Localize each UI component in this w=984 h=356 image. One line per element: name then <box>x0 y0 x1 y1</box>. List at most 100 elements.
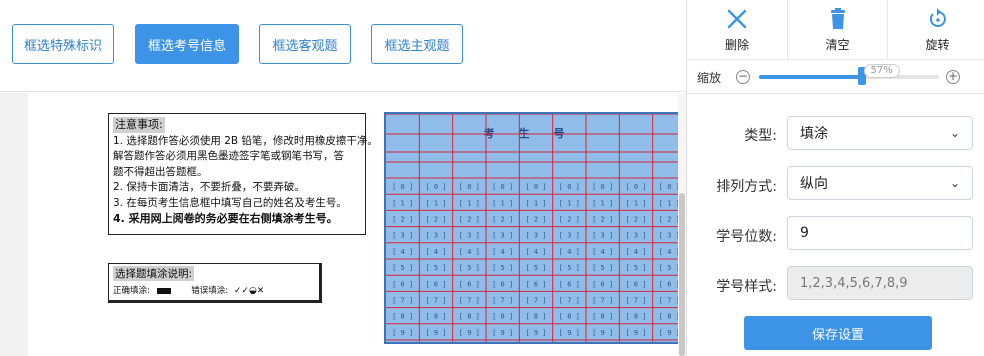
delete-button[interactable]: 删除 <box>687 0 787 60</box>
digit-bubble: [ 1 ] <box>659 199 680 207</box>
arrange-value: 纵向 <box>800 176 828 192</box>
correct-fill-label: 正确填涂: <box>113 286 150 296</box>
selection-toolbar: 框选特殊标识 框选考号信息 框选客观题 框选主观题 <box>0 0 686 92</box>
digit-bubble: [ 2 ] <box>625 216 646 224</box>
digit-bubble: [ 4 ] <box>592 248 613 256</box>
zoom-out-icon[interactable]: − <box>736 70 750 84</box>
digit-bubble: [ 7 ] <box>392 297 413 305</box>
save-settings-button[interactable]: 保存设置 <box>744 316 932 350</box>
type-select[interactable]: 填涂 ⌄ <box>787 116 973 150</box>
digit-bubble: [ 5 ] <box>659 264 680 272</box>
digit-bubble: [ 3 ] <box>392 232 413 240</box>
app-root: 框选特殊标识 框选考号信息 框选客观题 框选主观题 注意事项: 1. 选择题作答… <box>0 0 984 356</box>
digit-bubble: [ 9 ] <box>625 329 646 337</box>
select-exam-number-button[interactable]: 框选考号信息 <box>135 24 239 64</box>
digit-bubble: [ 6 ] <box>592 280 613 288</box>
digit-bubble: [ 5 ] <box>592 264 613 272</box>
digit-bubble: [ 8 ] <box>659 313 680 321</box>
digit-bubble: [ 3 ] <box>559 232 580 240</box>
digit-bubble: [ 3 ] <box>525 232 546 240</box>
digit-bubble: [ 6 ] <box>659 280 680 288</box>
digit-bubble: [ 6 ] <box>625 280 646 288</box>
digit-bubble: [ 5 ] <box>459 264 480 272</box>
rotate-button[interactable]: 旋转 <box>887 0 984 60</box>
digit-bubble: [ 9 ] <box>559 329 580 337</box>
digit-bubble: [ 9 ] <box>459 329 480 337</box>
zoom-in-icon[interactable]: + <box>946 70 960 84</box>
digit-bubble: [ 2 ] <box>525 216 546 224</box>
bubble-grid-svg: [ 0 ] [ 0 ] [ 0 ] [ 0 ] [ 0 ] [ 0 ] [ 0 ] [ 0 ]… <box>386 114 686 342</box>
zoom-percent: 57% <box>863 64 900 78</box>
digit-bubble: [ 1 ] <box>492 199 513 207</box>
digit-bubble: [ 1 ] <box>425 199 446 207</box>
digit-bubble: [ 0 ] <box>492 183 513 191</box>
digit-bubble: [ 9 ] <box>392 329 413 337</box>
digit-bubble: [ 4 ] <box>425 248 446 256</box>
wrong-fill-marks-icon: ✓✓◒✕ <box>233 286 265 296</box>
digit-bubble: [ 3 ] <box>625 232 646 240</box>
digit-bubble: [ 2 ] <box>559 216 580 224</box>
digit-bubble: [ 4 ] <box>559 248 580 256</box>
digit-bubble: [ 0 ] <box>559 183 580 191</box>
sheet-canvas[interactable]: 注意事项: 1. 选择题作答必须使用 2B 铅笔，修改时用橡皮擦干净。 解答题作… <box>0 93 686 356</box>
digit-bubble: [ 5 ] <box>525 264 546 272</box>
digit-bubble: [ 2 ] <box>659 216 680 224</box>
scrollbar-thumb[interactable] <box>679 193 685 356</box>
actions-bar: 删除 清空 旋转 <box>687 0 984 60</box>
digit-bubble: [ 0 ] <box>625 183 646 191</box>
notes-bold-line: 4. 采用网上阅卷的务必要在右侧填涂考生号。 <box>113 212 338 225</box>
digit-bubble: [ 8 ] <box>525 313 546 321</box>
digit-bubble: [ 1 ] <box>592 199 613 207</box>
arrange-select[interactable]: 纵向 ⌄ <box>787 166 973 200</box>
digit-bubble: [ 7 ] <box>559 297 580 305</box>
digit-bubble: [ 7 ] <box>625 297 646 305</box>
digit-bubble: [ 7 ] <box>425 297 446 305</box>
digit-bubble: [ 2 ] <box>392 216 413 224</box>
choice-title: 选择题填涂说明: <box>113 266 195 281</box>
digit-bubble: [ 8 ] <box>559 313 580 321</box>
digit-bubble: [ 7 ] <box>525 297 546 305</box>
digit-bubble: [ 1 ] <box>559 199 580 207</box>
clear-label: 清空 <box>825 37 850 52</box>
select-subjective-button[interactable]: 框选主观题 <box>371 24 463 64</box>
type-label: 类型: <box>744 128 777 144</box>
notes-line: 3. 在每页考生信息框中填写自己的姓名及考生号。 <box>113 196 347 209</box>
digit-bubble: [ 4 ] <box>459 248 480 256</box>
notes-box: 注意事项: 1. 选择题作答必须使用 2B 铅笔，修改时用橡皮擦干净。 解答题作… <box>108 113 378 235</box>
digit-bubble: [ 9 ] <box>525 329 546 337</box>
select-objective-button[interactable]: 框选客观题 <box>259 24 351 64</box>
rotate-label: 旋转 <box>925 37 950 52</box>
notes-line: 题不得超出答题框。 <box>113 165 208 178</box>
choice-example-row: 正确填涂: 错误填涂: ✓✓◒✕ <box>113 284 315 296</box>
choice-instructions-box: 选择题填涂说明: 正确填涂: 错误填涂: ✓✓◒✕ <box>108 263 322 303</box>
digit-bubble: [ 2 ] <box>492 216 513 224</box>
trash-icon <box>830 7 845 29</box>
digit-bubble: [ 0 ] <box>425 183 446 191</box>
notes-line: 解答题作答必须用黑色墨迹签字笔或钢笔书写，答 <box>113 150 344 162</box>
digit-bubble: [ 3 ] <box>459 232 480 240</box>
digit-bubble: [ 4 ] <box>392 248 413 256</box>
digit-bubble: [ 0 ] <box>592 183 613 191</box>
chevron-down-icon: ⌄ <box>949 126 960 140</box>
arrange-label: 排列方式: <box>716 179 777 195</box>
digit-bubble: [ 5 ] <box>559 264 580 272</box>
delete-label: 删除 <box>724 37 749 52</box>
correct-fill-mark-icon <box>156 287 171 294</box>
exam-number-grid[interactable]: 考生号 [ 0 ][ 0 ][ 0 ][ 0 ][ 0 ][ 0 ][ 0 ][… <box>384 112 686 344</box>
digit-bubble: [ 2 ] <box>592 216 613 224</box>
zoom-slider-handle[interactable]: 57% <box>857 64 900 85</box>
digit-bubble: [ 7 ] <box>592 297 613 305</box>
select-special-mark-button[interactable]: 框选特殊标识 <box>12 24 114 64</box>
digit-bubble: [ 0 ] <box>659 183 680 191</box>
digits-input[interactable]: 9 <box>787 216 973 250</box>
style-label: 学号样式: <box>716 279 777 295</box>
zoom-control: 缩放 − 57% + <box>687 60 984 94</box>
digit-bubble: [ 3 ] <box>592 232 613 240</box>
digit-bubble: [ 8 ] <box>625 313 646 321</box>
digit-bubble: [ 7 ] <box>459 297 480 305</box>
notes-title: 注意事项: <box>113 117 165 133</box>
digit-bubble: [ 5 ] <box>492 264 513 272</box>
digit-bubble: [ 9 ] <box>659 329 680 337</box>
digit-bubble: [ 2 ] <box>459 216 480 224</box>
clear-button[interactable]: 清空 <box>787 0 887 60</box>
